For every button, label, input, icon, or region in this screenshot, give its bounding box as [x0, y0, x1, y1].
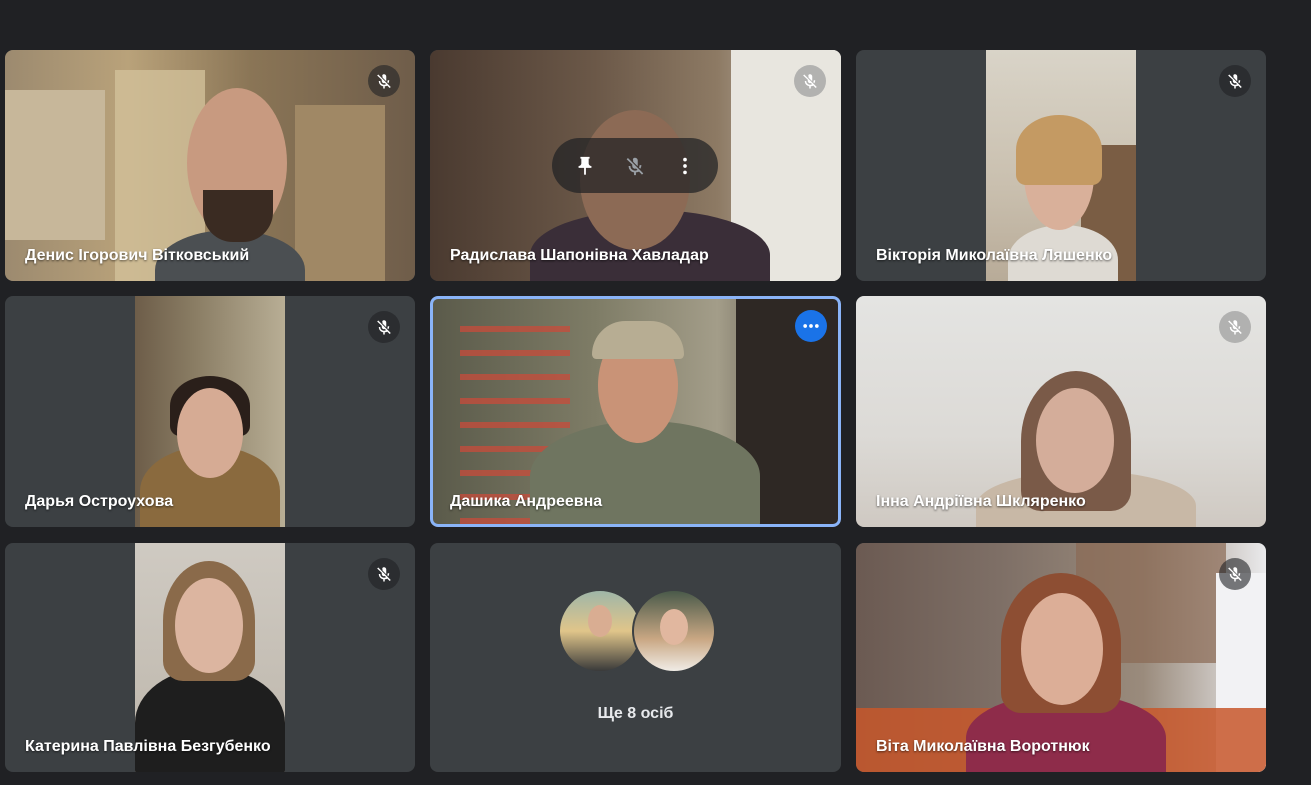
participant-tile[interactable]: Вікторія Миколаївна Ляшенко — [856, 50, 1266, 281]
person-face — [175, 578, 243, 673]
avatar-face — [660, 609, 688, 645]
participant-name: Радислава Шапонівна Хавладар — [450, 247, 709, 264]
hair — [1016, 115, 1102, 185]
avatar-face — [588, 605, 612, 637]
tile-hover-controls — [552, 138, 718, 193]
participant-tile[interactable]: Інна Андріївна Шкляренко — [856, 296, 1266, 527]
person-face — [1036, 388, 1114, 493]
mic-off-indicator — [1219, 311, 1251, 343]
mic-off-icon — [377, 567, 391, 582]
more-participants-label: Ще 8 осіб — [597, 705, 674, 722]
participant-name: Віта Миколаївна Воротнюк — [876, 738, 1090, 755]
person-body — [135, 668, 285, 772]
participant-avatar — [558, 589, 642, 673]
participant-tile[interactable]: Дарья Остроухова — [5, 296, 415, 527]
cap — [592, 321, 684, 359]
participant-name: Інна Андріївна Шкляренко — [876, 493, 1086, 510]
participant-tile[interactable]: Дашика Андреевна — [430, 296, 841, 527]
participant-tile[interactable]: Катерина Павлівна Безгубенко — [5, 543, 415, 772]
mic-off-icon — [803, 74, 817, 89]
participant-avatar — [632, 589, 716, 673]
more-horiz-icon — [803, 324, 819, 328]
poster — [295, 105, 385, 281]
more-options-button[interactable] — [665, 146, 705, 186]
more-participants-tile[interactable]: Ще 8 осіб — [430, 543, 841, 772]
mic-off-indicator — [794, 65, 826, 97]
mic-off-indicator — [368, 558, 400, 590]
mic-off-indicator — [1219, 65, 1251, 97]
participant-name: Денис Ігорович Вітковський — [25, 247, 250, 264]
participant-tile[interactable]: Денис Ігорович Вітковський — [5, 50, 415, 281]
person-face — [177, 388, 243, 478]
mic-off-indicator — [1219, 558, 1251, 590]
bookshelf — [5, 90, 105, 240]
participant-tile[interactable]: Віта Миколаївна Воротнюк — [856, 543, 1266, 772]
mic-off-icon — [377, 74, 391, 89]
participant-name: Дашика Андреевна — [450, 493, 603, 510]
beard — [203, 190, 273, 242]
mic-off-icon — [377, 320, 391, 335]
participant-name: Дарья Остроухова — [25, 493, 174, 510]
participant-name: Катерина Павлівна Безгубенко — [25, 738, 271, 755]
mic-off-icon — [1228, 567, 1242, 582]
pin-button[interactable] — [565, 146, 605, 186]
more-vert-icon — [683, 157, 687, 174]
person-face — [1021, 593, 1103, 705]
participant-name: Вікторія Миколаївна Ляшенко — [876, 247, 1113, 264]
mic-off-icon — [1228, 320, 1242, 335]
mic-off-icon — [626, 157, 644, 175]
mute-button[interactable] — [615, 146, 655, 186]
mic-off-icon — [1228, 74, 1242, 89]
pin-icon — [578, 156, 592, 175]
mic-off-indicator — [368, 65, 400, 97]
tile-options-button[interactable] — [795, 310, 827, 342]
meeting-grid: Денис Ігорович Вітковський Радислава Шап… — [0, 0, 1311, 785]
participant-tile[interactable]: Радислава Шапонівна Хавладар — [430, 50, 841, 281]
mic-off-indicator — [368, 311, 400, 343]
